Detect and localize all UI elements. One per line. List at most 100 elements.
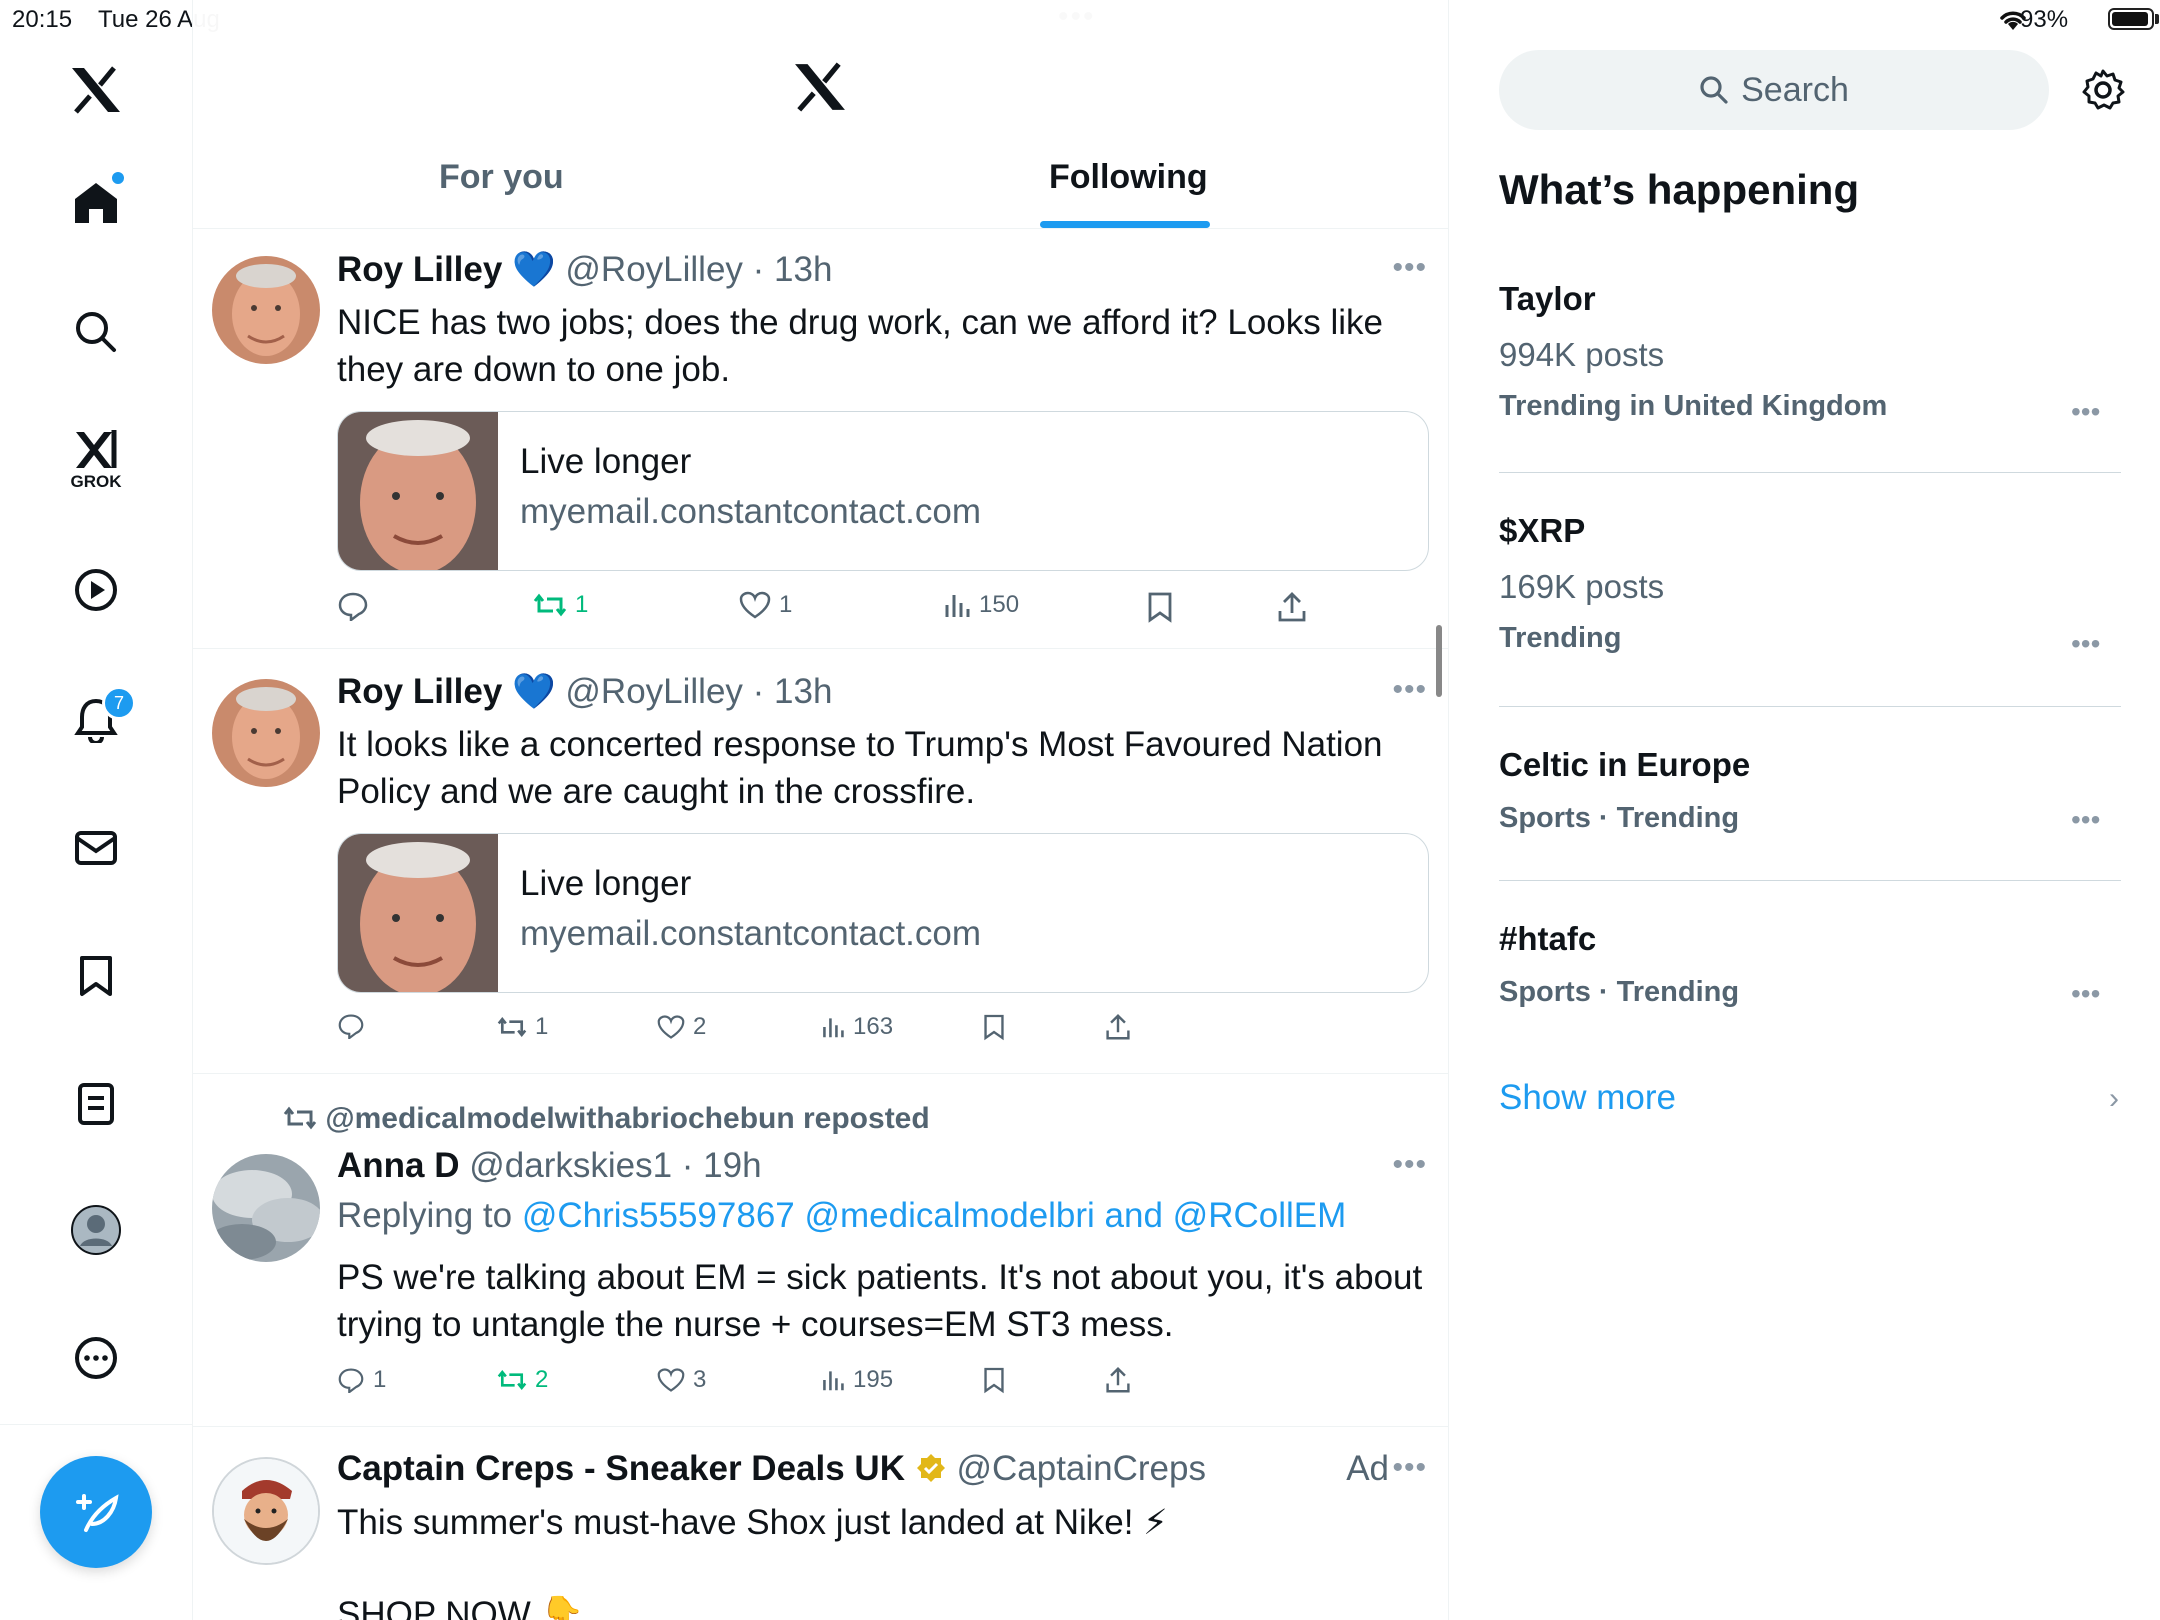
like-count: 1 — [779, 591, 793, 618]
repost-button[interactable]: 1 — [497, 1013, 548, 1041]
post[interactable]: @medicalmodelwithabriochebun reposted An… — [193, 1074, 1448, 1427]
views-count: 150 — [979, 591, 1020, 618]
share-button[interactable] — [1277, 591, 1307, 623]
trend-more-icon[interactable]: ••• — [2071, 804, 2100, 836]
link-card[interactable]: Live longer myemail.constantcontact.com — [337, 833, 1429, 993]
share-icon — [1278, 592, 1306, 622]
search-icon[interactable] — [56, 292, 136, 372]
share-button[interactable] — [1105, 1013, 1131, 1041]
profile-avatar-icon[interactable] — [56, 1190, 136, 1270]
author-handle[interactable]: @CaptainCreps — [956, 1449, 1206, 1488]
repost-icon — [533, 593, 567, 617]
grok-icon[interactable]: GROK — [56, 420, 136, 500]
bookmark-button[interactable] — [1147, 591, 1173, 623]
heart-icon — [657, 1015, 685, 1039]
reply-button[interactable]: 1 — [337, 1366, 386, 1394]
views-button[interactable]: 195 — [821, 1366, 893, 1394]
repost-button[interactable]: 2 — [497, 1366, 548, 1394]
author-handle-and-time[interactable]: @RoyLilley · 13h — [565, 672, 832, 711]
post-text: PS we're talking about EM = sick patient… — [337, 1258, 1423, 1344]
like-button[interactable]: 3 — [657, 1366, 706, 1394]
post[interactable]: Roy Lilley 💙 @RoyLilley · 13h ••• It loo… — [193, 649, 1448, 1074]
replying-to-handles[interactable]: @Chris55597867 @medicalmodelbri and @RCo… — [522, 1196, 1346, 1235]
timeline: Roy Lilley 💙 @RoyLilley · 13h ••• NICE h… — [193, 0, 1449, 1620]
link-card[interactable]: Live longer myemail.constantcontact.com — [337, 411, 1429, 571]
search-icon — [1700, 76, 1728, 104]
repost-count: 2 — [535, 1366, 549, 1393]
home-icon[interactable] — [56, 162, 136, 242]
avatar[interactable] — [212, 256, 320, 364]
trend-item[interactable]: $XRP 169K posts Trending — [1499, 512, 2121, 655]
post-actions: 1 2 3 195 — [337, 1366, 1437, 1406]
trend-more-icon[interactable]: ••• — [2071, 628, 2100, 660]
messages-envelope-icon[interactable] — [56, 808, 136, 888]
trend-more-icon[interactable]: ••• — [2071, 396, 2100, 428]
author-name[interactable]: Roy Lilley — [337, 250, 502, 289]
trend-more-icon[interactable]: ••• — [2071, 978, 2100, 1010]
like-button[interactable]: 2 — [657, 1013, 706, 1041]
replying-to-prefix: Replying to — [337, 1196, 522, 1235]
views-button[interactable]: 150 — [943, 591, 1019, 619]
tab-following[interactable]: Following — [1049, 158, 1208, 197]
post-more-icon[interactable]: ••• — [1392, 1451, 1427, 1485]
x-logo-icon[interactable] — [793, 62, 847, 117]
ad-label: Ad — [1346, 1449, 1389, 1488]
show-more-link[interactable]: Show more — [1499, 1078, 1676, 1118]
link-card-domain: myemail.constantcontact.com — [520, 492, 982, 531]
settings-gear-icon[interactable] — [2081, 68, 2125, 117]
chevron-right-icon[interactable]: › — [2109, 1082, 2119, 1116]
trend-context: Sports · Trending — [1499, 802, 1740, 834]
like-count: 2 — [693, 1013, 707, 1040]
reply-button[interactable] — [337, 591, 369, 621]
trend-item[interactable]: #htafc Sports · Trending — [1499, 920, 2121, 1009]
author-handle-and-time[interactable]: @darkskies1 · 19h — [469, 1146, 761, 1185]
repost-button[interactable]: 1 — [533, 591, 588, 619]
heart-icon — [657, 1368, 685, 1392]
trend-post-count: 169K posts — [1499, 568, 1665, 605]
post-more-icon[interactable]: ••• — [1392, 251, 1427, 285]
link-card-thumbnail — [338, 834, 498, 992]
lists-icon[interactable] — [56, 1064, 136, 1144]
author-name[interactable]: Roy Lilley — [337, 672, 502, 711]
tab-for-you[interactable]: For you — [439, 158, 564, 197]
share-button[interactable] — [1105, 1366, 1131, 1394]
post-text: It looks like a concerted response to Tr… — [337, 725, 1383, 811]
notifications-bell-icon[interactable]: 7 — [56, 680, 136, 760]
reply-button[interactable] — [337, 1013, 365, 1039]
share-icon — [1106, 1367, 1130, 1393]
nav-rail: GROK 7 — [0, 0, 193, 1620]
views-button[interactable]: 163 — [821, 1013, 893, 1041]
bookmark-button[interactable] — [983, 1366, 1005, 1394]
post-more-icon[interactable]: ••• — [1392, 673, 1427, 707]
whats-happening-title: What’s happening — [1499, 166, 1860, 213]
bookmarks-icon[interactable] — [56, 936, 136, 1016]
author-handle-and-time[interactable]: @RoyLilley · 13h — [565, 250, 832, 289]
post-more-icon[interactable]: ••• — [1392, 1148, 1427, 1182]
search-input[interactable]: Search — [1499, 50, 2049, 130]
bookmark-button[interactable] — [983, 1013, 1005, 1041]
like-button[interactable]: 1 — [739, 591, 792, 619]
views-count: 195 — [853, 1366, 894, 1393]
x-logo-icon[interactable] — [56, 50, 136, 130]
video-play-icon[interactable] — [56, 550, 136, 630]
trend-item[interactable]: Celtic in Europe Sports · Trending — [1499, 746, 2121, 835]
notifications-badge: 7 — [102, 686, 136, 720]
reposted-by-text[interactable]: @medicalmodelwithabriochebun reposted — [325, 1102, 929, 1135]
blue-heart-emoji-icon: 💙 — [512, 672, 556, 711]
post-text: This summer's must-have Shox just landed… — [337, 1503, 1168, 1542]
more-options-icon[interactable] — [56, 1318, 136, 1398]
avatar[interactable] — [212, 679, 320, 787]
share-icon — [1106, 1014, 1130, 1040]
scrollbar-thumb[interactable] — [1436, 625, 1442, 697]
avatar[interactable] — [212, 1457, 320, 1565]
promoted-post[interactable]: Captain Creps - Sneaker Deals UK @Captai… — [193, 1427, 1448, 1620]
post-text-cta: SHOP NOW 👇 — [337, 1595, 585, 1620]
blue-heart-emoji-icon: 💙 — [512, 250, 556, 289]
avatar[interactable] — [212, 1154, 320, 1262]
trend-item[interactable]: Taylor 994K posts Trending in United Kin… — [1499, 280, 2121, 423]
post[interactable]: Roy Lilley 💙 @RoyLilley · 13h ••• NICE h… — [193, 229, 1448, 649]
author-name[interactable]: Captain Creps - Sneaker Deals UK — [337, 1449, 905, 1488]
author-name[interactable]: Anna D — [337, 1146, 460, 1185]
compose-post-button[interactable] — [40, 1456, 152, 1568]
views-chart-icon — [823, 1371, 844, 1391]
